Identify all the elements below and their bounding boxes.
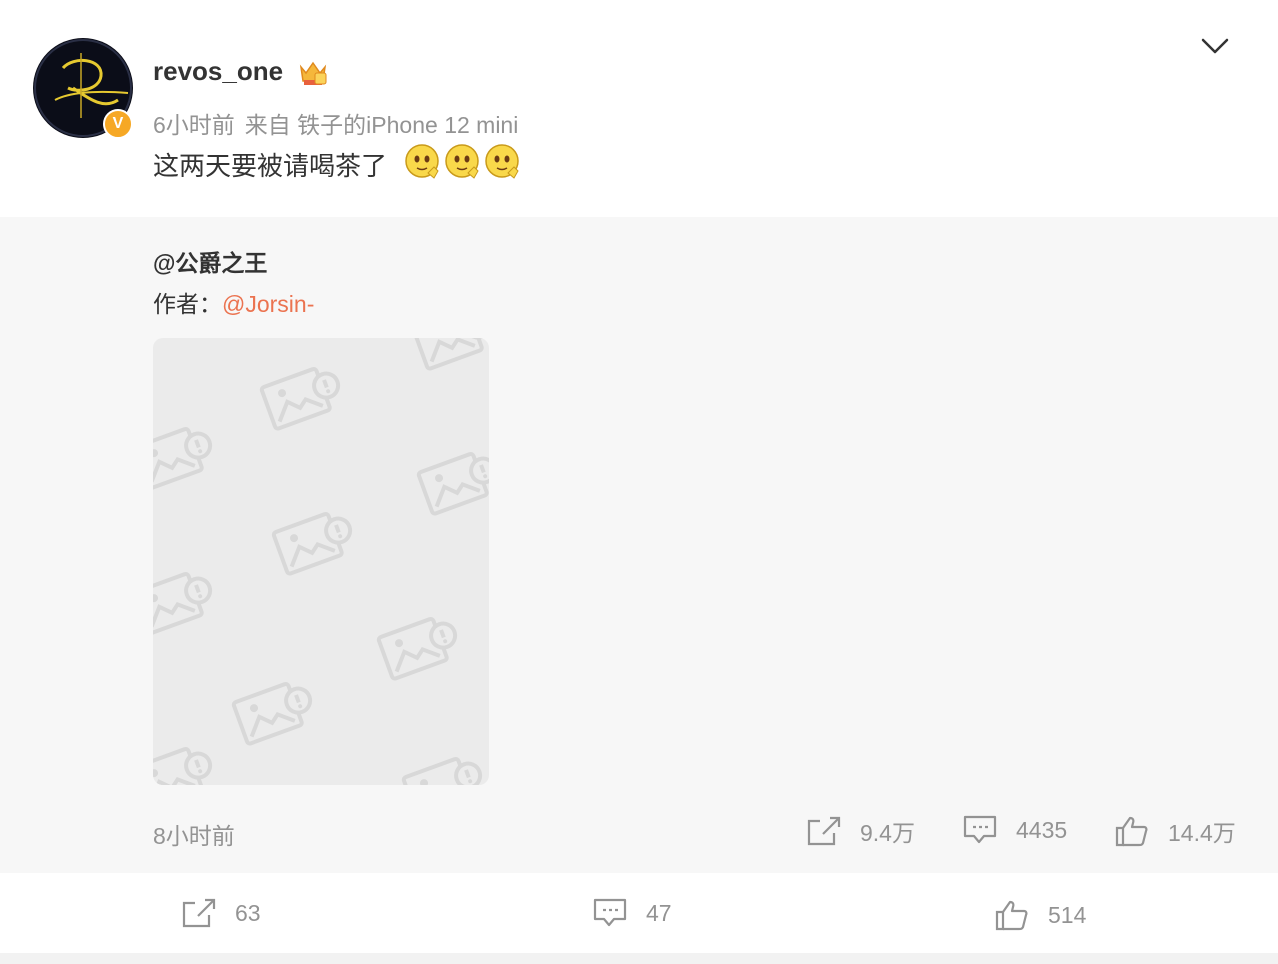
post-text: 这两天要被请喝茶了 [153,151,388,181]
verified-badge: V [103,109,133,139]
crown-icon[interactable] [298,59,328,87]
chevron-down-icon[interactable] [1200,34,1230,58]
comment-icon [963,815,997,844]
broken-image-icon [153,338,489,785]
share-count: 9.4万 [860,820,915,846]
post-source[interactable]: 来自 铁子的iPhone 12 mini [245,112,519,138]
author-link[interactable]: @Jorsin- [222,291,314,317]
repost-share-button[interactable]: 9.4万 [806,814,915,848]
divider [0,953,1278,964]
shy-face-emoji-icon [405,144,439,179]
share-button[interactable]: 63 [181,897,261,929]
comment-count: 4435 [1016,816,1068,843]
like-count: 514 [1048,901,1087,928]
username[interactable]: revos_one [153,56,283,87]
repost-like-button[interactable]: 14.4万 [1114,814,1236,848]
like-button[interactable]: 514 [994,899,1086,931]
repost-comment-button[interactable]: 4435 [962,814,1067,846]
thumbs-up-icon [995,900,1028,931]
post-meta: 6小时前 来自 铁子的iPhone 12 mini [153,106,528,140]
repost-time: 8小时前 [153,823,235,849]
repost-author: 作者：@Jorsin- [153,285,314,319]
repost-card[interactable]: @公爵之王 作者：@Jorsin- 8小时前 9.4万 4435 14.4万 [0,217,1278,873]
comment-icon [593,898,627,927]
repost-username[interactable]: @公爵之王 [153,244,267,278]
shy-face-emoji-icon [445,144,479,179]
post-header: V revos_one 6小时前 来自 铁子的iPhone 12 mini 这两天… [0,0,1278,217]
post-time: 6小时前 [153,112,235,138]
emoji-row [404,143,522,181]
bottom-action-bar: 63 47 514 [0,873,1278,953]
share-count: 63 [235,899,261,926]
share-icon [182,898,216,928]
author-label: 作者： [153,291,222,317]
like-count: 14.4万 [1168,820,1236,846]
share-icon [807,816,841,846]
image-placeholder[interactable] [153,338,489,785]
comment-count: 47 [646,899,672,926]
shy-face-emoji-icon [485,144,519,179]
comment-button[interactable]: 47 [592,897,672,929]
thumbs-up-icon [1115,816,1148,847]
